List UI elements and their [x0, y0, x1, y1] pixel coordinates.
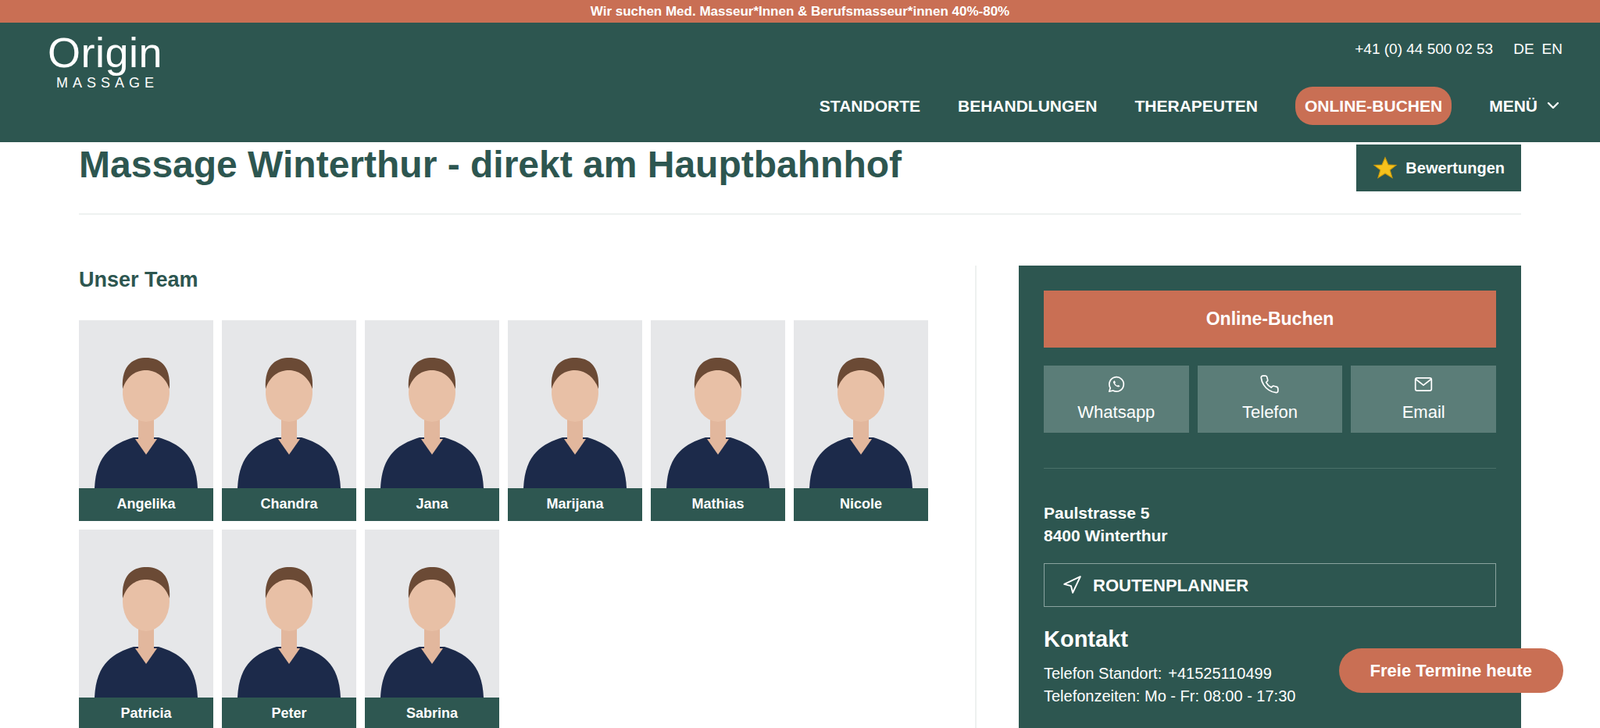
team-member[interactable]: Jana [364, 320, 500, 522]
portrait-icon [78, 320, 214, 489]
portrait-icon [221, 320, 357, 489]
portrait-icon [793, 320, 929, 489]
nav-label: THERAPEUTEN [1134, 93, 1258, 119]
address-line: 8400 Winterthur [1043, 524, 1497, 547]
portrait-icon [650, 320, 786, 489]
logo-subtitle: MASSAGE [51, 75, 159, 93]
job-banner[interactable]: Wir suchen Med. Masseur*Innen & Berufsma… [0, 0, 1600, 23]
therapist-photo [793, 320, 929, 489]
site-logo[interactable]: OriginMASSAGE [47, 22, 163, 143]
star-icon [1372, 155, 1398, 181]
contact-label: Email [1402, 399, 1446, 425]
portrait-icon [364, 320, 500, 489]
team-member[interactable]: Angelika [78, 320, 214, 522]
chevron-down-icon [1543, 96, 1563, 115]
team-member[interactable]: Mathias [650, 320, 786, 522]
main-content: Massage Winterthur - direkt am Hauptbahn… [0, 142, 1600, 728]
nav-link[interactable]: BEHANDLUNGEN [957, 93, 1098, 119]
address: Paulstrasse 58400 Winterthur [1043, 501, 1497, 547]
member-name: Mathias [650, 488, 786, 522]
therapist-photo [364, 320, 500, 489]
member-name: Patricia [78, 697, 214, 728]
nav-label: STANDORTE [819, 93, 921, 119]
nav-label: ONLINE-BUCHEN [1304, 93, 1443, 119]
phone-button[interactable]: Telefon [1197, 365, 1343, 433]
team-member[interactable]: Nicole [793, 320, 929, 522]
whatsapp-icon [1106, 374, 1127, 395]
logo-title: Origin [47, 30, 163, 75]
route-label: ROUTENPLANNER [1092, 572, 1249, 599]
team-member[interactable]: Patricia [78, 529, 214, 728]
contact-buttons: Whatsapp Telefon Email [1043, 365, 1497, 469]
contact-label: Telefon [1242, 399, 1298, 425]
route-planner-button[interactable]: ROUTENPLANNER [1043, 563, 1497, 608]
phone-link[interactable]: +41525110499 [1167, 662, 1272, 686]
header-right: +41 (0) 44 500 02 53 DE EN STANDORTE BEHANDL… [819, 22, 1563, 143]
portrait-icon [221, 529, 357, 698]
nav-link[interactable]: STANDORTE [819, 93, 921, 119]
team-member[interactable]: Marijana [507, 320, 643, 522]
menu-dropdown[interactable]: MENÜ [1489, 93, 1563, 119]
nav-label: BEHANDLUNGEN [957, 93, 1098, 119]
phone-icon [1259, 374, 1280, 395]
email-icon [1413, 374, 1434, 395]
phone-label: Telefon Standort: [1043, 662, 1162, 686]
page-title: Massage Winterthur - direkt am Hauptbahn… [78, 142, 902, 188]
address-line: Paulstrasse 5 [1043, 501, 1497, 525]
language-link[interactable]: DE [1513, 38, 1534, 61]
therapist-photo [221, 320, 357, 489]
therapist-photo [507, 320, 643, 489]
member-name: Chandra [221, 488, 357, 522]
language-switcher: DE EN [1513, 38, 1563, 61]
member-name: Sabrina [364, 697, 500, 728]
nav-label: MENÜ [1489, 93, 1538, 119]
member-name: Peter [221, 697, 357, 728]
contact-label: Whatsapp [1077, 399, 1155, 425]
header-top-row: +41 (0) 44 500 02 53 DE EN [1354, 38, 1563, 61]
member-name: Jana [364, 488, 500, 522]
navigation-arrow-icon [1061, 575, 1083, 596]
team-heading: Unser Team [78, 267, 975, 294]
whatsapp-button[interactable]: Whatsapp [1043, 365, 1190, 433]
portrait-icon [78, 529, 214, 698]
free-slots-button[interactable]: Freie Termine heute [1339, 648, 1564, 693]
nav-link[interactable]: THERAPEUTEN [1134, 93, 1258, 119]
member-name: Angelika [78, 488, 214, 522]
title-row: Massage Winterthur - direkt am Hauptbahn… [78, 142, 1522, 215]
main-nav: STANDORTE BEHANDLUNGEN THERAPEUTEN ONLINE-B… [819, 86, 1563, 126]
online-booking-button[interactable]: Online-Buchen [1043, 290, 1497, 348]
portrait-icon [364, 529, 500, 698]
therapist-photo [364, 529, 500, 698]
online-booking-button[interactable]: ONLINE-BUCHEN [1295, 86, 1452, 126]
therapist-photo [78, 529, 214, 698]
member-name: Nicole [793, 488, 929, 522]
language-link[interactable]: EN [1542, 38, 1563, 61]
team-section: Unser Team AngelikaChandraJanaMarijanaMat… [78, 265, 977, 728]
team-member[interactable]: Sabrina [364, 529, 500, 728]
reviews-label: Bewertungen [1405, 156, 1505, 180]
site-header: OriginMASSAGE +41 (0) 44 500 02 53 DE EN STA… [0, 22, 1600, 143]
reviews-button[interactable]: Bewertungen [1356, 144, 1522, 192]
portrait-icon [507, 320, 643, 489]
team-member[interactable]: Peter [221, 529, 357, 728]
team-grid: AngelikaChandraJanaMarijanaMathiasNicole… [78, 320, 975, 728]
header-phone[interactable]: +41 (0) 44 500 02 53 [1354, 38, 1493, 61]
therapist-photo [78, 320, 214, 489]
member-name: Marijana [507, 488, 643, 522]
team-member[interactable]: Chandra [221, 320, 357, 522]
content-row: Unser Team AngelikaChandraJanaMarijanaMat… [78, 214, 1522, 728]
therapist-photo [221, 529, 357, 698]
email-button[interactable]: Email [1350, 365, 1497, 433]
therapist-photo [650, 320, 786, 489]
